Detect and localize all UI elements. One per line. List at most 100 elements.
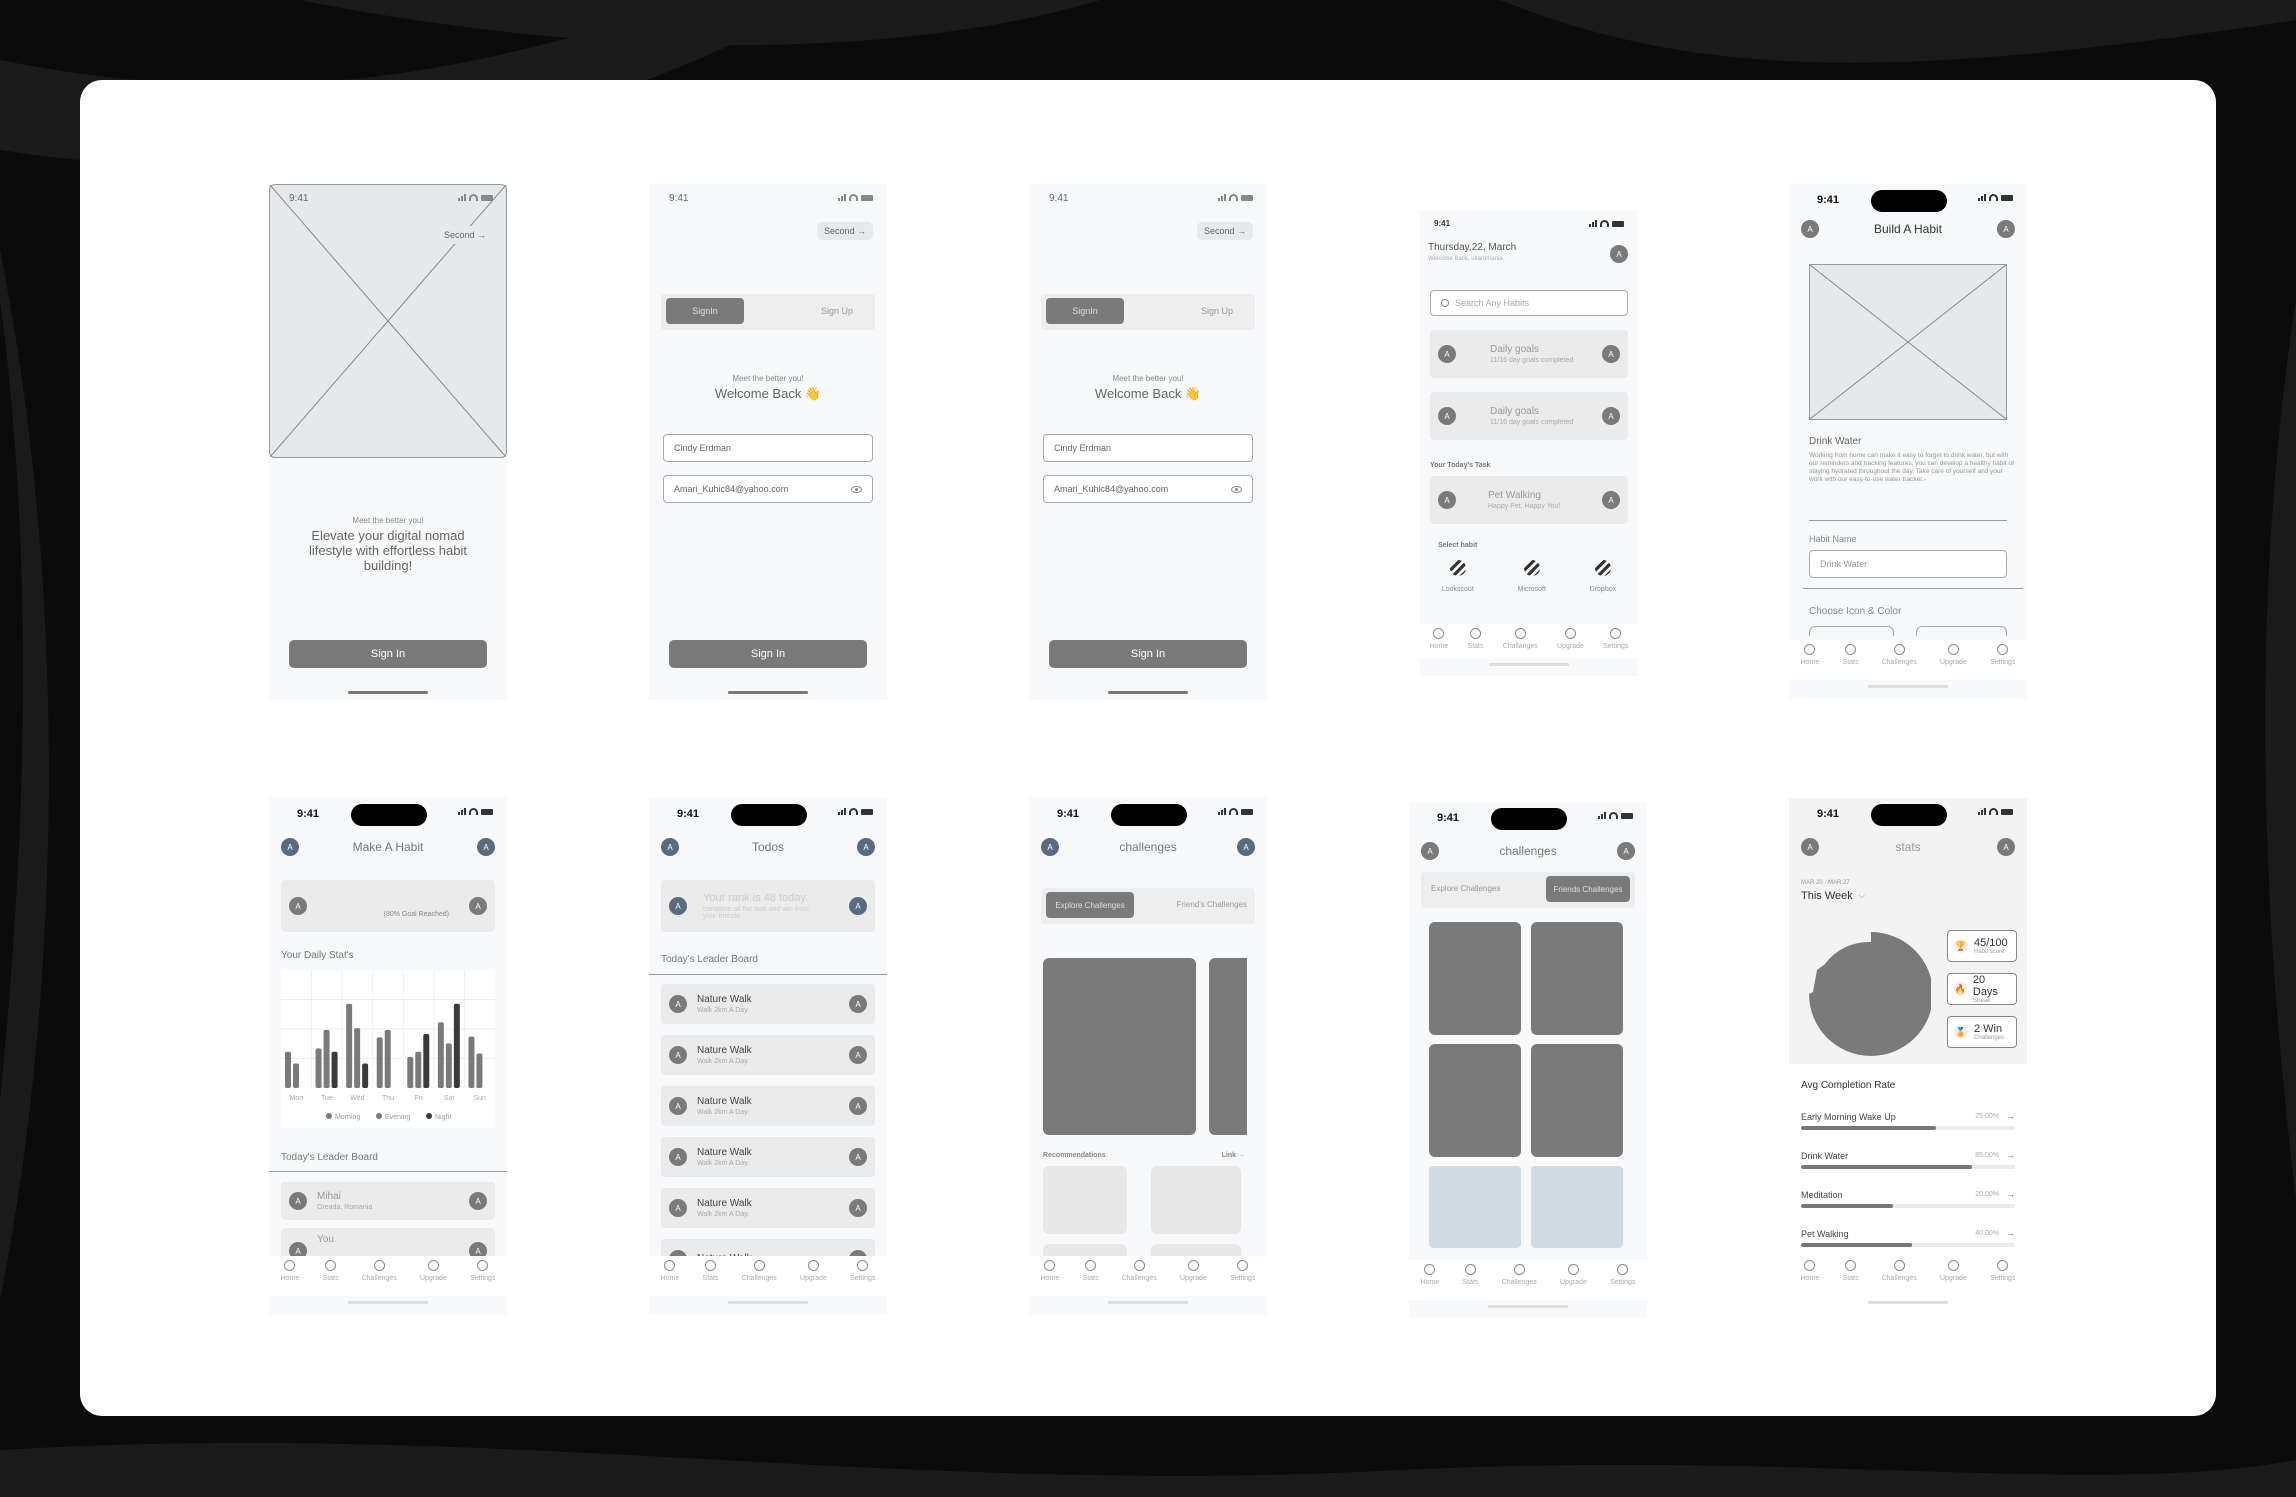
email-input[interactable]: Amari_Kuhic84@yahoo.com	[663, 475, 873, 503]
profile-avatar[interactable]: A	[1617, 842, 1635, 860]
arrow-right-icon[interactable]: →	[2006, 1228, 2015, 1238]
tab-home[interactable]: Home	[1430, 628, 1448, 658]
stat-card[interactable]: 🏅 2 Win Challenges	[1947, 1016, 2017, 1048]
goal-card[interactable]: A (80% Goal Reached) A	[281, 880, 495, 932]
search-input[interactable]: Search Any Habits	[1430, 290, 1628, 316]
tab-stats[interactable]: Stats	[1083, 1260, 1098, 1296]
color-picker[interactable]	[1916, 626, 2007, 636]
friend-challenge-card[interactable]	[1531, 922, 1623, 1035]
completion-rate-row[interactable]: Drink Water 85.00% →	[1801, 1147, 2015, 1183]
arrow-right-icon[interactable]: →	[2006, 1111, 2015, 1121]
tab-explore-challenges[interactable]: Explore Challenges	[1046, 892, 1134, 918]
eye-icon[interactable]	[851, 485, 862, 493]
tab-challenges[interactable]: Challenges	[1882, 1260, 1917, 1296]
tab-settings[interactable]: Settings	[1990, 644, 2015, 680]
recommendation-card[interactable]	[1043, 1166, 1127, 1234]
habit-option[interactable]: Microsoft	[1518, 560, 1546, 593]
goal-card[interactable]: A Daily goals 11/16 day goals completed A	[1430, 330, 1628, 378]
leader-row[interactable]: A Mihai Oreada, Romania A	[281, 1182, 495, 1220]
tab-upgrade[interactable]: Upgrade	[1940, 644, 1967, 680]
friend-challenge-card[interactable]	[1531, 1044, 1623, 1157]
tab-challenges[interactable]: Challenges	[362, 1260, 397, 1296]
sign-in-button[interactable]: Sign In	[1049, 640, 1247, 668]
tab-challenges[interactable]: Challenges	[1882, 644, 1917, 680]
tab-upgrade[interactable]: Upgrade	[1940, 1260, 1967, 1296]
profile-avatar[interactable]: A	[477, 838, 495, 856]
friend-challenge-card-placeholder[interactable]	[1531, 1166, 1623, 1248]
tab-home[interactable]: Home	[1801, 644, 1819, 680]
completion-rate-row[interactable]: Meditation 20.00% →	[1801, 1186, 2015, 1222]
habit-option[interactable]: Lookscout	[1442, 560, 1474, 593]
tab-settings[interactable]: Settings	[470, 1260, 495, 1296]
tab-challenges[interactable]: Challenges	[742, 1260, 777, 1296]
tab-stats[interactable]: Stats	[703, 1260, 718, 1296]
second-button[interactable]: Second →	[816, 222, 873, 240]
friend-challenge-card[interactable]	[1429, 922, 1521, 1035]
tab-signin[interactable]: SignIn	[666, 298, 744, 324]
tab-home[interactable]: Home	[661, 1260, 679, 1296]
arrow-right-icon[interactable]: →	[2006, 1189, 2015, 1199]
todo-item[interactable]: A Nature Walk Walk 2km A Day. A	[661, 1188, 875, 1228]
challenge-card-peek[interactable]	[1209, 958, 1247, 1135]
todo-item[interactable]: A Nature Walk Walk 2km A Day. A	[661, 1137, 875, 1177]
tab-settings[interactable]: Settings	[1990, 1260, 2015, 1296]
stat-card[interactable]: 🔥 20 Days Streak	[1947, 973, 2017, 1005]
tab-challenges[interactable]: Challenges	[1502, 1264, 1537, 1300]
tab-upgrade[interactable]: Upgrade	[800, 1260, 827, 1296]
completion-rate-row[interactable]: Early Morning Wake Up 25.00% →	[1801, 1108, 2015, 1144]
tab-explore-challenges[interactable]: Explore Challenges	[1431, 884, 1500, 893]
tab-stats[interactable]: Stats	[1843, 644, 1858, 680]
tab-home[interactable]: Home	[281, 1260, 299, 1296]
tab-challenges[interactable]: Challanges	[1503, 628, 1538, 658]
tab-home[interactable]: Home	[1801, 1260, 1819, 1296]
back-avatar[interactable]: A	[1801, 838, 1819, 856]
tab-signup[interactable]: Sign Up	[821, 306, 853, 316]
profile-avatar[interactable]: A	[857, 838, 875, 856]
tab-upgrade[interactable]: Upgrade	[1557, 628, 1584, 658]
friend-challenge-card-placeholder[interactable]	[1429, 1166, 1521, 1248]
period-dropdown[interactable]: This Week ⌵	[1801, 890, 1865, 902]
second-button[interactable]: Second →	[1196, 222, 1253, 240]
tab-stats[interactable]: Stats	[1463, 1264, 1478, 1300]
tab-settings[interactable]: Settings	[1230, 1260, 1255, 1296]
profile-avatar[interactable]: A	[1997, 838, 2015, 856]
tab-home[interactable]: Home	[1041, 1260, 1059, 1296]
habit-name-input[interactable]: Drink Water	[1809, 550, 2007, 578]
tab-signin[interactable]: SignIn	[1046, 298, 1124, 324]
recommendations-link[interactable]: Link →	[1222, 1152, 1245, 1159]
back-avatar[interactable]: A	[661, 838, 679, 856]
tab-home[interactable]: Home	[1421, 1264, 1439, 1300]
tab-challenges[interactable]: Challenges	[1122, 1260, 1157, 1296]
tab-stats[interactable]: Stats	[1468, 628, 1483, 658]
friend-challenge-card[interactable]	[1429, 1044, 1521, 1157]
tab-settings[interactable]: Settings	[850, 1260, 875, 1296]
eye-icon[interactable]	[1231, 485, 1242, 493]
profile-avatar[interactable]: A	[1996, 220, 2015, 238]
profile-avatar[interactable]: A	[1237, 838, 1255, 856]
todo-item[interactable]: A Nature Walk Walk 2km A Day. A	[661, 984, 875, 1024]
tab-friends-challenges[interactable]: Friend's Challenges	[1177, 900, 1247, 909]
recommendation-card[interactable]	[1151, 1166, 1241, 1234]
back-avatar[interactable]: A	[1041, 838, 1059, 856]
name-input[interactable]: Cindy Erdman	[663, 434, 873, 462]
tab-upgrade[interactable]: Upgrade	[420, 1260, 447, 1296]
task-card[interactable]: A Pet Walking Happy Pet, Happy You! A	[1430, 476, 1628, 524]
sign-in-button[interactable]: Sign In	[289, 640, 487, 668]
arrow-right-icon[interactable]: →	[2006, 1150, 2015, 1160]
back-avatar[interactable]: A	[1421, 842, 1439, 860]
tab-settings[interactable]: Settings	[1610, 1264, 1635, 1300]
todo-item[interactable]: A Nature Walk Walk 2km A Day. A	[661, 1035, 875, 1075]
icon-picker[interactable]	[1809, 626, 1894, 636]
email-input[interactable]: Amari_Kuhic84@yahoo.com	[1043, 475, 1253, 503]
habit-option[interactable]: Dropbox	[1590, 560, 1616, 593]
name-input[interactable]: Cindy Erdman	[1043, 434, 1253, 462]
second-button[interactable]: Second →	[436, 226, 493, 244]
stat-card[interactable]: 🏆 45/100 Habit score	[1947, 930, 2017, 962]
tab-upgrade[interactable]: Upgrade	[1180, 1260, 1207, 1296]
todo-item[interactable]: A Nature Walk Walk 2km A Day. A	[661, 1086, 875, 1126]
tab-upgrade[interactable]: Upgrade	[1560, 1264, 1587, 1300]
challenge-card-large[interactable]	[1043, 958, 1196, 1135]
back-avatar[interactable]: A	[1801, 220, 1819, 238]
goal-card[interactable]: A Daily goals 11/16 day goals completed A	[1430, 392, 1628, 440]
tab-signup[interactable]: Sign Up	[1201, 306, 1233, 316]
